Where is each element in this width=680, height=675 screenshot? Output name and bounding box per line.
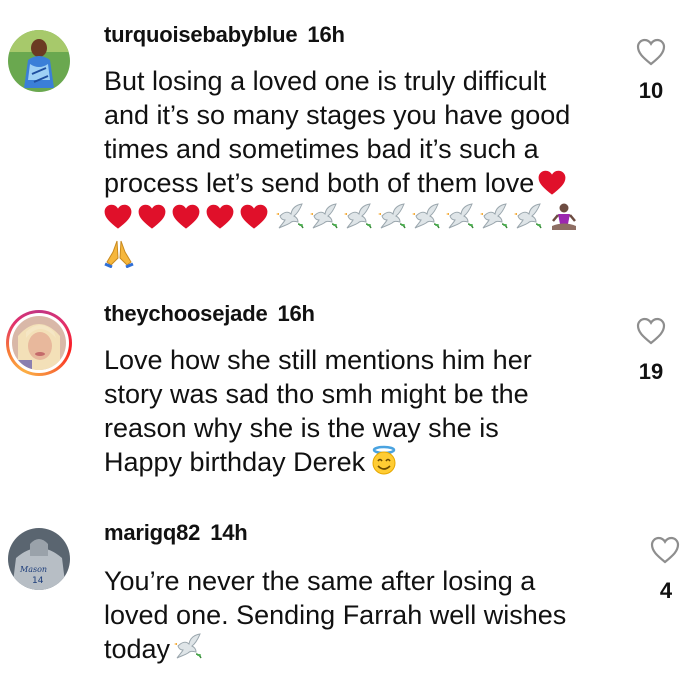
comment-line: process let’s send both of them love: [104, 166, 624, 200]
dove-icon: [378, 202, 408, 232]
comment-item: Mason 14 marigq82 14h You’re never the sa…: [0, 500, 680, 675]
comment-header: marigq82 14h: [104, 520, 248, 546]
red-heart-icon: [538, 170, 566, 196]
comment-text: But losing a loved one is truly difficul…: [104, 64, 624, 200]
person-in-lotus-icon: [552, 203, 576, 230]
timestamp: 16h: [307, 22, 345, 47]
comment-item: theychoosejade 16h Love how she still men…: [0, 285, 680, 500]
username[interactable]: marigq82: [104, 520, 200, 545]
comment-text: You’re never the same after losing a lov…: [104, 564, 624, 666]
comment-line: reason why she is the way she is: [104, 413, 499, 443]
comment-line: You’re never the same after losing a: [104, 566, 536, 596]
dove-icon: [310, 202, 340, 232]
comment-line: Love how she still mentions him her: [104, 345, 532, 375]
dove-icon: [480, 202, 510, 232]
avatar-ring-gap: [9, 313, 69, 373]
avatar[interactable]: Mason 14: [8, 528, 70, 590]
comment-line-text: today: [104, 634, 171, 664]
dove-icon: [412, 202, 442, 232]
comment-line-text: process let’s send both of them love: [104, 168, 535, 198]
heart-outline-icon[interactable]: [636, 38, 666, 66]
smiling-face-with-halo-icon: [372, 445, 396, 475]
heart-outline-icon[interactable]: [650, 536, 680, 564]
like-count: 4: [659, 578, 673, 603]
emoji-row: [104, 200, 584, 234]
dove-icon: [174, 632, 204, 662]
timestamp: 16h: [277, 301, 315, 326]
comment-line: and it’s so many stages you have good: [104, 100, 571, 130]
comment-header: turquoisebabyblue 16h: [104, 22, 345, 48]
comment-line: story was sad tho smh might be the: [104, 379, 529, 409]
red-heart-icon: [206, 204, 234, 230]
comment-line-text: Happy birthday Derek: [104, 447, 366, 477]
comment-header: theychoosejade 16h: [104, 301, 315, 327]
red-heart-icon: [240, 204, 268, 230]
comment-line: times and sometimes bad it’s such a: [104, 134, 539, 164]
comment-line: today: [104, 632, 624, 666]
comment-line: loved one. Sending Farrah well wishes: [104, 600, 567, 630]
dove-icon: [344, 202, 374, 232]
like-count: 10: [638, 78, 664, 103]
username[interactable]: turquoisebabyblue: [104, 22, 298, 47]
comment-line: Happy birthday Derek: [104, 445, 624, 479]
avatar[interactable]: [8, 30, 70, 92]
folded-hands-icon: [104, 240, 134, 268]
avatar[interactable]: [6, 310, 72, 376]
username[interactable]: theychoosejade: [104, 301, 268, 326]
comment-line: But losing a loved one is truly difficul…: [104, 66, 547, 96]
red-heart-icon: [172, 204, 200, 230]
dove-icon: [446, 202, 476, 232]
svg-text:14: 14: [32, 576, 44, 586]
comment-item: turquoisebabyblue 16h But losing a loved …: [0, 0, 680, 285]
dove-icon: [514, 202, 544, 232]
red-heart-icon: [104, 204, 132, 230]
red-heart-icon: [138, 204, 166, 230]
heart-outline-icon[interactable]: [636, 317, 666, 345]
svg-text:Mason: Mason: [19, 565, 47, 574]
timestamp: 14h: [210, 520, 248, 545]
comment-text: Love how she still mentions him her stor…: [104, 343, 624, 479]
dove-icon: [276, 202, 306, 232]
like-count: 19: [638, 359, 664, 384]
